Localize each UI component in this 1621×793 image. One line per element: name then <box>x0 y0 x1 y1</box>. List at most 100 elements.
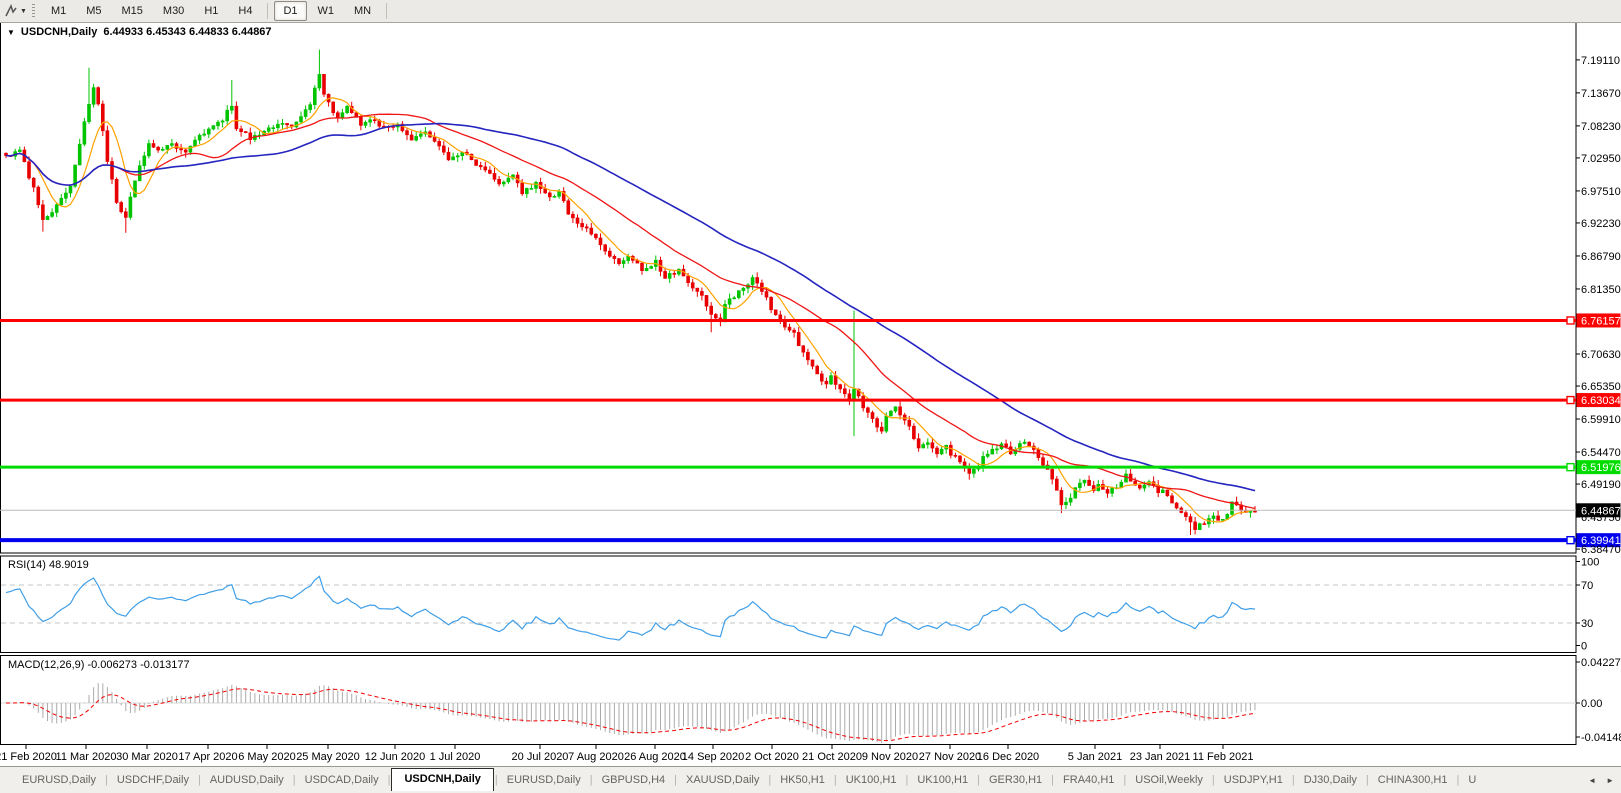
price-tick-label: 7.02950 <box>1581 153 1621 165</box>
timeframe-button-D1[interactable]: D1 <box>274 1 306 21</box>
tab-scroll-right-icon[interactable]: ► <box>1603 774 1617 787</box>
ma-25-line <box>6 114 1255 508</box>
date-tick-label: 6 May 2020 <box>238 751 295 763</box>
toolbar-grip[interactable] <box>32 4 35 18</box>
symbol-tab-GBPUSD-H4[interactable]: GBPUSD,H4 <box>594 770 674 790</box>
timeframe-button-H1[interactable]: H1 <box>195 1 227 21</box>
price-tick-label: 6.54470 <box>1581 447 1621 459</box>
symbol-tab-USDCNH-Daily[interactable]: USDCNH,Daily <box>391 768 493 791</box>
date-tick-label: 26 Aug 2020 <box>624 751 686 763</box>
symbol-tab-EURUSD-Daily[interactable]: EURUSD,Daily <box>499 770 589 790</box>
date-tick-label: 20 Jul 2020 <box>512 751 569 763</box>
symbol-tabs: EURUSD,Daily|USDCHF,Daily|AUDUSD,Daily|U… <box>14 767 1484 793</box>
date-tick-label: 7 Aug 2020 <box>568 751 624 763</box>
date-tick-label: 17 Apr 2020 <box>178 751 237 763</box>
price-tick-label: 6.59910 <box>1581 414 1621 426</box>
price-tick-label: 7.19110 <box>1581 55 1620 67</box>
date-tick-label: 30 Mar 2020 <box>116 751 178 763</box>
rsi-panel-frame <box>1 556 1577 653</box>
price-tick-label: 6.65350 <box>1581 381 1621 393</box>
price-tick-label: 6.81350 <box>1581 284 1621 296</box>
date-tick-label: 11 Mar 2020 <box>56 751 117 763</box>
date-tick-label: 9 Nov 2020 <box>862 751 918 763</box>
toolbar-separator <box>267 3 268 19</box>
hline-handle-6.51976[interactable] <box>1567 464 1574 471</box>
hline-handle-6.63034[interactable] <box>1567 397 1574 404</box>
date-tick-label: 21 Oct 2020 <box>802 751 862 763</box>
timeframe-button-M5[interactable]: M5 <box>77 1 110 21</box>
timeframe-buttons: M1M5M15M30H1H4 D1W1MN <box>41 0 392 22</box>
price-tick-label: 6.70630 <box>1581 349 1621 361</box>
timeframe-button-M30[interactable]: M30 <box>154 1 193 21</box>
symbol-tab-CHINA300-H1[interactable]: CHINA300,H1 <box>1370 770 1456 790</box>
symbol-tab-XAUUSD-Daily[interactable]: XAUUSD,Daily <box>678 770 767 790</box>
symbol-tab-USDCAD-Daily[interactable]: USDCAD,Daily <box>297 770 387 790</box>
tab-scroll-buttons: ◄ ► <box>1585 774 1617 787</box>
ma-7-line <box>6 98 1255 522</box>
ohlc-values: 6.44933 6.45343 6.44833 6.44867 <box>103 26 271 38</box>
rsi-axis-label: 70 <box>1581 580 1593 592</box>
symbol-tab-GER30-H1[interactable]: GER30,H1 <box>981 770 1050 790</box>
macd-axis-label: -0.04148 <box>1581 732 1621 744</box>
tab-scroll-left-icon[interactable]: ◄ <box>1585 774 1599 787</box>
symbol-tab-USDJPY-H1[interactable]: USDJPY,H1 <box>1216 770 1291 790</box>
cursor-tool-glyph <box>4 4 18 18</box>
timeframe-button-M15[interactable]: M15 <box>113 1 152 21</box>
rsi-line <box>6 576 1255 640</box>
symbol-period-label: USDCNH,Daily <box>21 26 97 38</box>
hline-price-label: 6.63034 <box>1581 395 1621 407</box>
date-tick-label: 21 Feb 2020 <box>0 751 57 763</box>
terminal-window: { "toolbar": { "timeframes": ["M1","M5",… <box>0 0 1621 792</box>
timeframe-button-M1[interactable]: M1 <box>42 1 75 21</box>
chart-title: ▼ USDCNH,Daily 6.44933 6.45343 6.44833 6.4… <box>7 26 272 38</box>
hline-handle-6.39941[interactable] <box>1567 537 1574 544</box>
macd-signal-line <box>6 689 1255 741</box>
rsi-label: RSI(14) 48.9019 <box>8 559 89 571</box>
price-tick-label: 6.97510 <box>1581 186 1621 198</box>
hline-handle-6.76157[interactable] <box>1567 317 1574 324</box>
date-tick-label: 23 Jan 2021 <box>1130 751 1191 763</box>
symbol-tab-EURUSD-Daily[interactable]: EURUSD,Daily <box>14 770 104 790</box>
timeframe-button-H4[interactable]: H4 <box>229 1 261 21</box>
bull-candles <box>14 50 1252 530</box>
symbol-tab-UK100-H1[interactable]: UK100,H1 <box>838 770 905 790</box>
current-price-label: 6.44867 <box>1581 505 1621 517</box>
ma-55-line <box>6 124 1255 491</box>
symbol-tab-USOil-Weekly[interactable]: USOil,Weekly <box>1127 770 1211 790</box>
symbol-tab-U[interactable]: U <box>1460 770 1484 790</box>
date-tick-label: 1 Jul 2020 <box>430 751 481 763</box>
timeframe-button-MN[interactable]: MN <box>345 1 380 21</box>
date-tick-label: 16 Dec 2020 <box>977 751 1039 763</box>
symbol-tab-AUDUSD-Daily[interactable]: AUDUSD,Daily <box>202 770 292 790</box>
macd-axis-label: 0.00 <box>1581 698 1602 710</box>
date-tick-label: 2 Oct 2020 <box>745 751 799 763</box>
hline-price-label: 6.76157 <box>1581 315 1621 327</box>
symbol-tab-bar: EURUSD,Daily|USDCHF,Daily|AUDUSD,Daily|U… <box>0 766 1621 793</box>
macd-axis-label: 0.042275 <box>1581 657 1621 669</box>
date-tick-label: 12 Jun 2020 <box>365 751 426 763</box>
symbol-tab-FRA40-H1[interactable]: FRA40,H1 <box>1055 770 1122 790</box>
cursor-tool-icon[interactable] <box>2 3 20 19</box>
price-tick-label: 6.38470 <box>1581 544 1621 556</box>
price-tick-label: 7.08230 <box>1581 121 1621 133</box>
chevron-down-icon[interactable]: ▼ <box>20 8 27 15</box>
symbol-tab-DJ30-Daily[interactable]: DJ30,Daily <box>1296 770 1365 790</box>
symbol-dropdown-icon[interactable]: ▼ <box>7 28 15 37</box>
macd-histogram <box>6 683 1255 743</box>
date-tick-label: 27 Nov 2020 <box>919 751 981 763</box>
rsi-axis-label: 30 <box>1581 618 1593 630</box>
price-tick-label: 6.49190 <box>1581 479 1621 491</box>
date-tick-label: 25 May 2020 <box>296 751 360 763</box>
date-tick-label: 11 Feb 2021 <box>1193 751 1254 763</box>
toolbar-separator <box>386 3 387 19</box>
symbol-tab-HK50-H1[interactable]: HK50,H1 <box>772 770 833 790</box>
symbol-tab-UK100-H1[interactable]: UK100,H1 <box>909 770 976 790</box>
symbol-tab-USDCHF-Daily[interactable]: USDCHF,Daily <box>109 770 197 790</box>
price-tick-label: 7.13670 <box>1581 88 1621 100</box>
date-tick-label: 5 Jan 2021 <box>1068 751 1122 763</box>
timeframe-button-W1[interactable]: W1 <box>309 1 344 21</box>
price-tick-label: 6.86790 <box>1581 251 1621 263</box>
toolbar: ▼ M1M5M15M30H1H4 D1W1MN <box>0 0 1621 23</box>
chart-canvas[interactable]: 6.761576.630346.519766.399417.191107.136… <box>0 0 1621 792</box>
price-tick-label: 6.92230 <box>1581 218 1621 230</box>
